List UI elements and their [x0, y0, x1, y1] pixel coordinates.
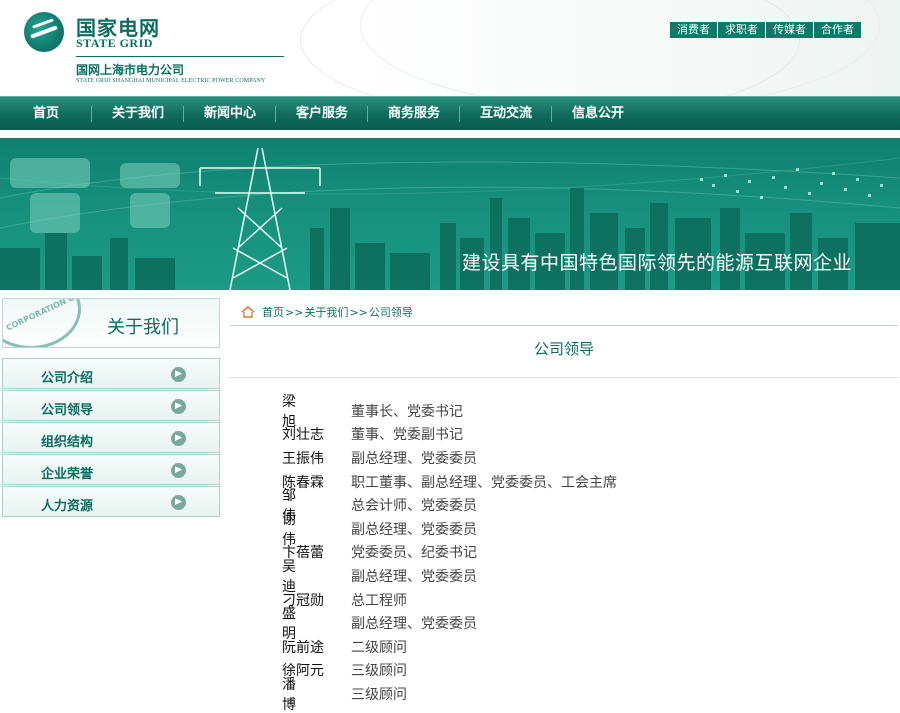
site-header: 国家电网 STATE GRID 国网上海市电力公司 STATE GRID SHA…	[0, 0, 900, 96]
link-consumer[interactable]: 消费者	[670, 22, 718, 38]
sidebar-title: 关于我们	[107, 317, 179, 338]
breadcrumb: 首页 >> 关于我们 >> 公司领导	[240, 304, 413, 320]
nav-customer-service[interactable]: 客户服务	[276, 97, 368, 131]
sidebar-item-label: 公司介绍	[41, 371, 94, 386]
state-grid-logo-icon[interactable]	[24, 12, 64, 52]
nav-news-center[interactable]: 新闻中心	[184, 97, 276, 131]
divider	[230, 325, 898, 326]
leader-name: 潘 博	[282, 676, 310, 713]
list-item: 盛 明副总经理、党委委员	[282, 606, 617, 642]
sidebar-menu: 公司介绍 ▶ 公司领导 ▶ 组织结构 ▶ 企业荣誉 ▶ 人力资源 ▶	[2, 358, 220, 518]
circle-arrow-right-icon: ▶	[171, 463, 186, 478]
divider	[230, 377, 898, 378]
sidebar-item-label: 企业荣誉	[41, 467, 94, 482]
breadcrumb-current: 公司领导	[368, 306, 413, 319]
page: 国家电网 STATE GRID 国网上海市电力公司 STATE GRID SHA…	[0, 0, 900, 713]
list-item: 刘壮志 董事、党委副书记	[282, 423, 617, 447]
sidebar-item-label: 公司领导	[41, 403, 94, 418]
list-item: 阮前途 二级顾问	[282, 635, 617, 659]
leader-title: 副总经理、党委委员	[351, 616, 477, 633]
page-title: 公司领导	[533, 340, 594, 358]
nav-interaction[interactable]: 互动交流	[460, 97, 552, 131]
circle-arrow-right-icon: ▶	[171, 431, 186, 446]
leader-title: 董事、党委副书记	[351, 427, 463, 444]
power-tower-icon	[199, 147, 321, 290]
link-media[interactable]: 传媒者	[766, 22, 814, 38]
nav-home[interactable]: 首页	[0, 97, 92, 131]
sidebar-item-label: 人力资源	[41, 499, 94, 514]
sidebar-item-company-intro[interactable]: 公司介绍 ▶	[2, 358, 220, 389]
brand-divider	[76, 56, 284, 57]
company-name-en: STATE GRID SHANGHAI MUNICIPAL ELECTRIC P…	[76, 78, 266, 84]
leader-title: 副总经理、党委委员	[351, 450, 477, 467]
leader-title: 副总经理、党委委员	[351, 568, 477, 585]
list-item: 潘 博 三级顾问	[282, 677, 617, 713]
sidebar-item-label: 组织结构	[41, 435, 94, 450]
sidebar-item-human-resources[interactable]: 人力资源 ▶	[2, 486, 220, 517]
leader-title: 总工程师	[351, 592, 407, 609]
list-item: 梁 旭董事长、党委书记	[282, 394, 617, 430]
circle-arrow-right-icon: ▶	[171, 367, 186, 382]
link-partner[interactable]: 合作者	[814, 22, 861, 38]
link-job-seeker[interactable]: 求职者	[718, 22, 766, 38]
circle-arrow-right-icon: ▶	[171, 399, 186, 414]
banner-slogan: 建设具有中国特色国际领先的能源互联网企业	[462, 252, 853, 274]
sidebar-item-company-leaders[interactable]: 公司领导 ▶	[2, 390, 220, 421]
list-item: 谢 伟副总经理、党委委员	[282, 512, 617, 548]
breadcrumb-separator: >>	[349, 305, 368, 319]
nav-info-disclosure[interactable]: 信息公开	[552, 97, 644, 131]
nav-business-service[interactable]: 商务服务	[368, 97, 460, 131]
leader-name: 刘壮志	[282, 427, 324, 444]
leader-list: 梁 旭董事长、党委书记 刘壮志 董事、党委副书记 王振伟 副总经理、党委委员 陈春霖…	[282, 394, 617, 713]
breadcrumb-separator: >>	[285, 305, 304, 319]
circle-arrow-right-icon: ▶	[171, 495, 186, 510]
main-nav: 首页 关于我们 新闻中心 客户服务 商务服务 互动交流 信息公开	[0, 96, 900, 130]
leader-name: 阮前途	[282, 639, 324, 656]
list-item: 吴 迪副总经理、党委委员	[282, 559, 617, 595]
sidebar-item-org-structure[interactable]: 组织结构 ▶	[2, 422, 220, 453]
leader-title: 三级顾问	[351, 663, 407, 680]
leader-title: 党委委员、纪委书记	[351, 545, 477, 562]
leader-title: 总会计师、党委委员	[351, 498, 477, 515]
company-name-cn: 国网上海市电力公司	[76, 63, 185, 77]
leader-title: 三级顾问	[351, 686, 407, 703]
breadcrumb-home[interactable]: 首页	[262, 304, 284, 320]
leader-name: 王振伟	[282, 450, 324, 467]
brand-name-en: STATE GRID	[76, 36, 153, 50]
sidebar-header: CORPORATION OF 关于我们	[2, 298, 220, 348]
audience-links: 消费者 求职者 传媒者 合作者	[670, 22, 861, 38]
leader-title: 二级顾问	[351, 639, 407, 656]
hero-banner: 建设具有中国特色国际领先的能源互联网企业	[0, 138, 900, 290]
breadcrumb-section[interactable]: 关于我们	[304, 304, 348, 320]
leader-title: 董事长、党委书记	[351, 403, 463, 420]
home-icon[interactable]	[240, 306, 256, 318]
nav-about-us[interactable]: 关于我们	[92, 97, 184, 131]
sidebar-item-honors[interactable]: 企业荣誉 ▶	[2, 454, 220, 485]
leader-title: 副总经理、党委委员	[351, 521, 477, 538]
leader-title: 职工董事、副总经理、党委委员、工会主席	[351, 474, 617, 491]
list-item: 王振伟 副总经理、党委委员	[282, 446, 617, 470]
